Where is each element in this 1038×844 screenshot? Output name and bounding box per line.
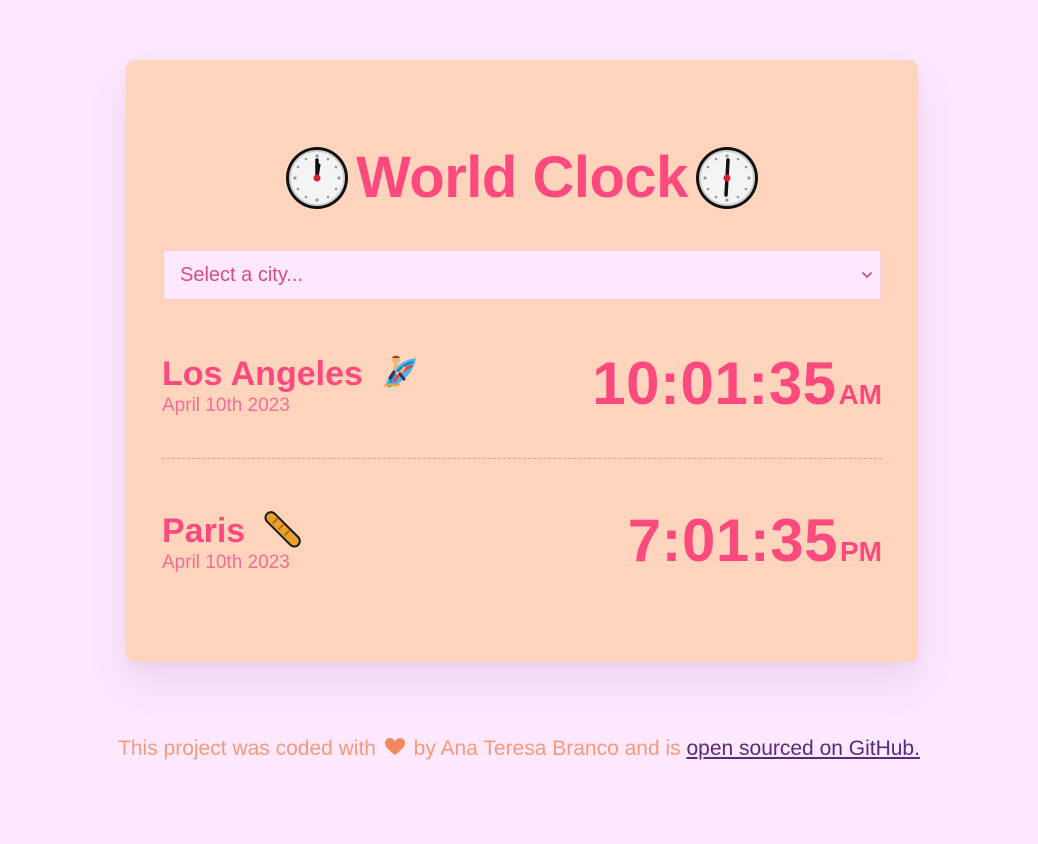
city-name-row: Los Angeles — [162, 354, 420, 396]
city-select-value: Select a city... — [180, 264, 304, 286]
chevron-down-icon — [862, 272, 872, 278]
orange-heart-icon — [384, 738, 405, 755]
city-name: Paris — [162, 512, 246, 550]
city-time: 10:01:35AM — [592, 351, 882, 417]
surfer-icon — [383, 355, 417, 389]
world-clock-card: World Clock Select a city... Los Angeles… — [126, 60, 918, 662]
footer-text-before: This project was coded with — [118, 737, 376, 760]
city-name: Los Angeles — [162, 355, 363, 393]
city-name-row: Paris — [162, 511, 303, 553]
footer: This project was coded with by Ana Teres… — [0, 737, 1038, 761]
title-row: World Clock — [126, 144, 918, 212]
baguette-icon — [264, 511, 301, 548]
footer-text-after: by Ana Teresa Branco and is — [413, 737, 681, 760]
clock-icon — [695, 147, 758, 209]
time-digits: 10:01:35 — [592, 350, 837, 417]
page-title: World Clock — [356, 145, 688, 210]
github-link[interactable]: open sourced on GitHub. — [686, 737, 919, 760]
time-ampm: AM — [838, 379, 882, 410]
city-time: 7:01:35PM — [628, 508, 882, 574]
time-ampm: PM — [840, 536, 882, 567]
time-digits: 7:01:35 — [627, 507, 838, 574]
clock-icon — [286, 147, 349, 209]
city-date: April 10th 2023 — [162, 395, 290, 416]
city-date: April 10th 2023 — [162, 552, 290, 573]
city-select[interactable]: Select a city... — [163, 250, 881, 300]
city-divider — [162, 458, 882, 459]
city-row-los-angeles: Los Angeles April 10th 2023 10:01:35AM — [162, 351, 882, 444]
city-row-paris: Paris April 10th 2023 7:01:35PM — [162, 508, 882, 601]
